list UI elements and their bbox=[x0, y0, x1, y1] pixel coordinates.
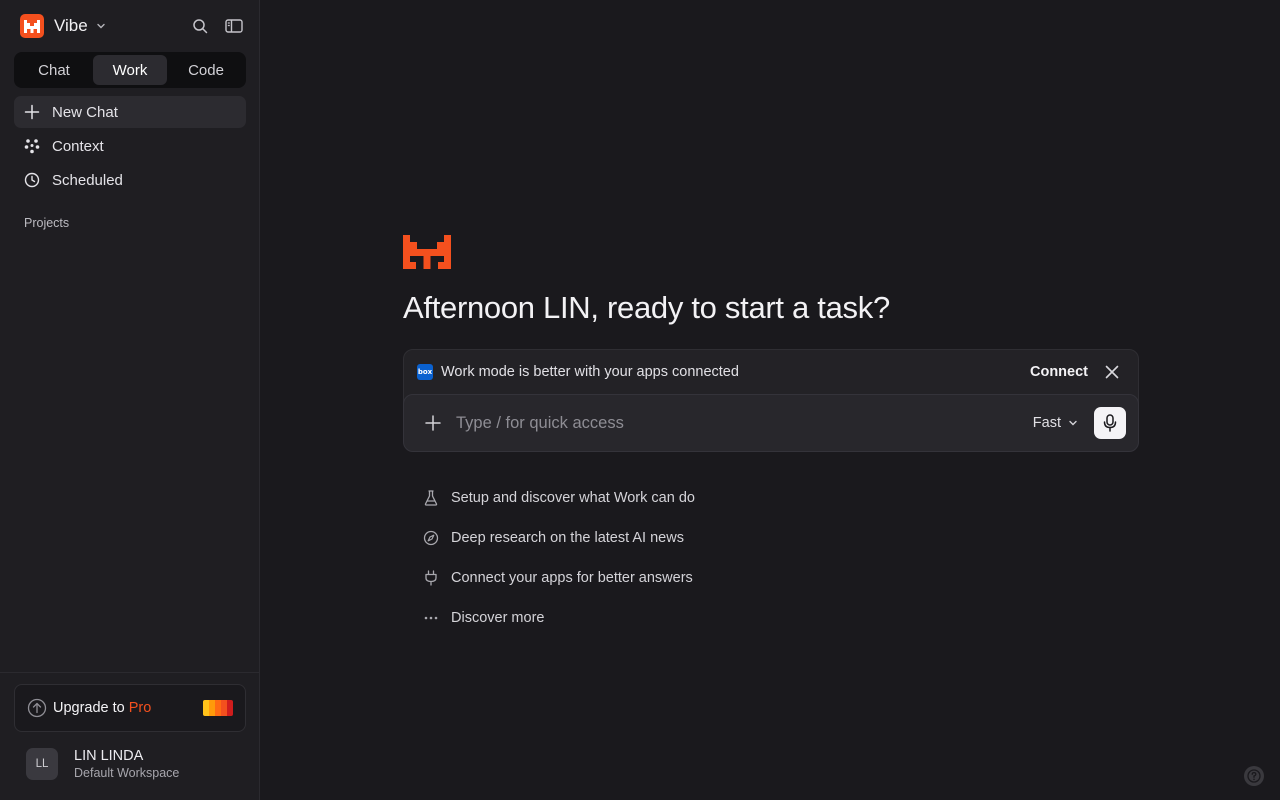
help-icon[interactable] bbox=[1244, 766, 1264, 786]
sidebar-item-new-chat[interactable]: New Chat bbox=[14, 96, 246, 128]
upgrade-button[interactable]: Upgrade to Pro bbox=[14, 684, 246, 732]
tab-chat[interactable]: Chat bbox=[17, 55, 91, 85]
suggestion-item[interactable]: Setup and discover what Work can do bbox=[423, 478, 823, 518]
tab-code[interactable]: Code bbox=[169, 55, 243, 85]
suggestion-item[interactable]: Discover more bbox=[423, 598, 823, 638]
divider bbox=[0, 672, 259, 673]
microphone-icon bbox=[1103, 414, 1117, 432]
composer: box Work mode is better with your apps c… bbox=[403, 349, 1139, 452]
projects-heading[interactable]: Projects bbox=[24, 216, 69, 230]
more-dots-icon bbox=[423, 610, 439, 626]
brand-stripes-icon bbox=[203, 700, 233, 716]
upgrade-pro-label: Pro bbox=[128, 700, 152, 716]
sidebar-item-label: Context bbox=[52, 137, 104, 155]
connect-button[interactable]: Connect bbox=[1030, 364, 1088, 380]
speed-select[interactable]: Fast bbox=[1033, 415, 1078, 431]
close-icon[interactable] bbox=[1104, 364, 1120, 380]
brand-name[interactable]: Vibe bbox=[54, 16, 88, 36]
main-logo-icon bbox=[403, 235, 451, 274]
suggestion-item[interactable]: Deep research on the latest AI news bbox=[423, 518, 823, 558]
prompt-input[interactable] bbox=[456, 413, 1033, 433]
box-app-icon: box bbox=[417, 364, 433, 380]
workspace-name: Default Workspace bbox=[74, 765, 180, 780]
sidebar-item-context[interactable]: Context bbox=[14, 130, 246, 162]
connect-banner: box Work mode is better with your apps c… bbox=[404, 350, 1138, 394]
suggestion-item[interactable]: Connect your apps for better answers bbox=[423, 558, 823, 598]
compass-icon bbox=[423, 530, 439, 546]
add-attachment-icon[interactable] bbox=[424, 414, 442, 432]
clock-icon bbox=[24, 172, 40, 188]
user-name: LIN LINDA bbox=[74, 747, 144, 764]
user-profile[interactable]: LL LIN LINDA Default Workspace bbox=[26, 748, 246, 780]
suggestions-list: Setup and discover what Work can do Deep… bbox=[423, 478, 823, 638]
context-nodes-icon bbox=[24, 138, 40, 154]
microphone-button[interactable] bbox=[1094, 407, 1126, 439]
banner-text: Work mode is better with your apps conne… bbox=[441, 364, 739, 380]
upgrade-label: Upgrade to bbox=[53, 700, 125, 716]
sidebar-nav: New Chat Context Scheduled bbox=[14, 96, 246, 198]
tab-work[interactable]: Work bbox=[93, 55, 167, 85]
upgrade-arrow-icon bbox=[27, 698, 47, 718]
mode-tabs: Chat Work Code bbox=[14, 52, 246, 88]
chevron-down-icon[interactable] bbox=[96, 21, 106, 31]
sidebar-item-scheduled[interactable]: Scheduled bbox=[14, 164, 246, 196]
sidebar-item-label: New Chat bbox=[52, 103, 118, 121]
avatar: LL bbox=[26, 748, 58, 780]
brand-row: Vibe bbox=[20, 14, 244, 38]
brand-logo-icon[interactable] bbox=[20, 14, 44, 38]
prompt-box: Fast bbox=[403, 394, 1139, 452]
sidebar-toggle-icon[interactable] bbox=[224, 16, 244, 36]
chevron-down-icon bbox=[1068, 418, 1078, 428]
page-title: Afternoon LIN, ready to start a task? bbox=[403, 290, 890, 325]
speed-label: Fast bbox=[1032, 415, 1061, 431]
search-icon[interactable] bbox=[190, 16, 210, 36]
sidebar-item-label: Scheduled bbox=[52, 171, 123, 189]
flask-icon bbox=[423, 490, 439, 506]
sidebar: Vibe Chat Work Code New Chat Context Sch… bbox=[0, 0, 260, 800]
plus-icon bbox=[24, 104, 40, 120]
plug-icon bbox=[423, 570, 439, 586]
